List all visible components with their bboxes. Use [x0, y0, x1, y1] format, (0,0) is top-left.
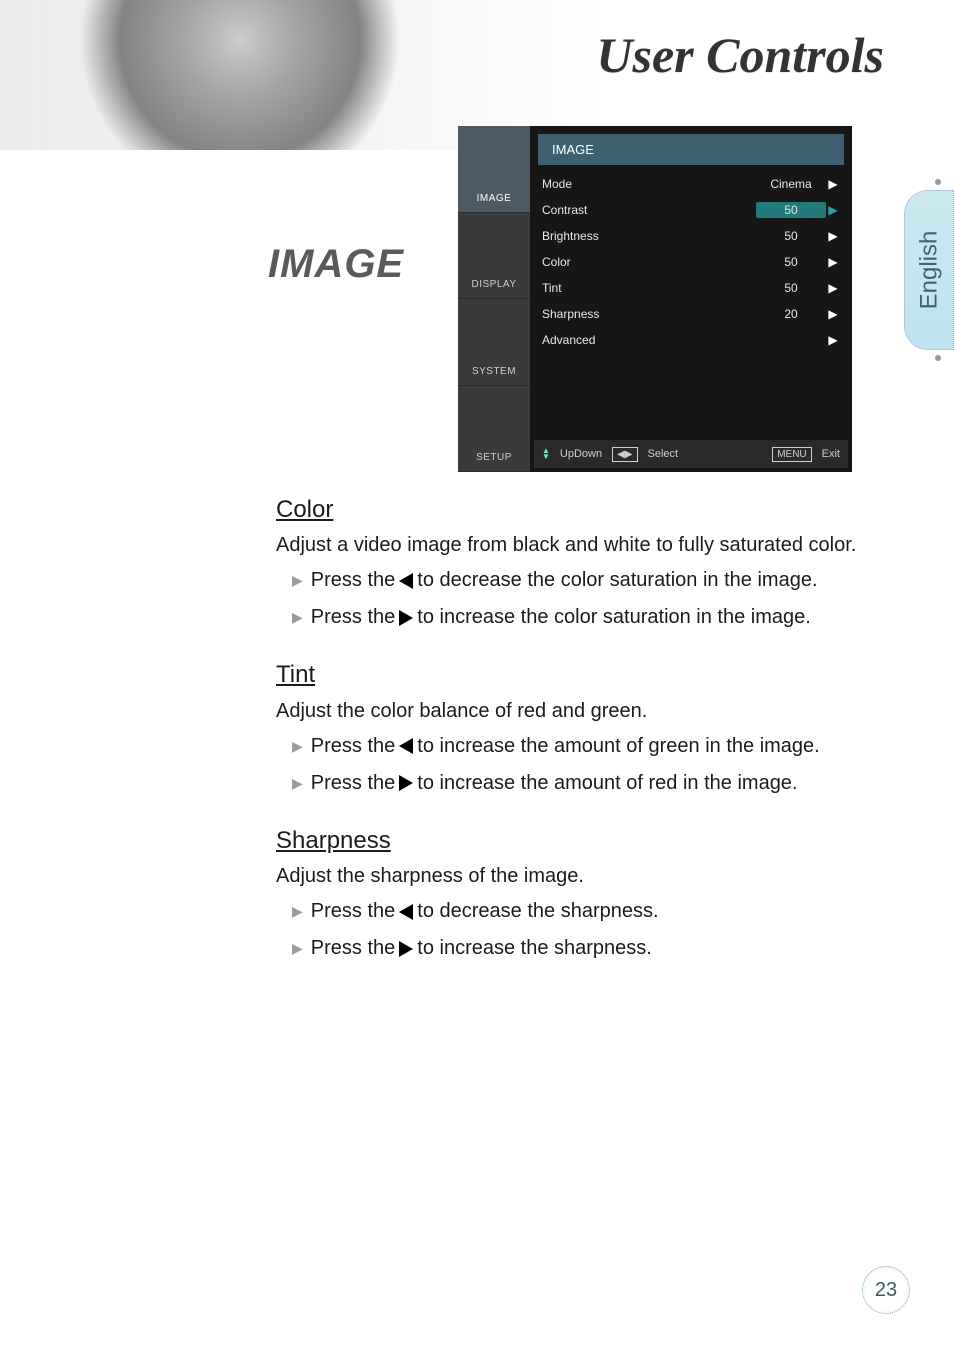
section-title: Sharpness [276, 825, 896, 857]
osd-row-label: Mode [542, 177, 756, 191]
osd-row: Color50▶ [542, 249, 840, 275]
bullet-text-pre: Press the [311, 567, 395, 594]
osd-menu-screenshot: IMAGE DISPLAY SYSTEM SETUP IMAGE ModeCin… [458, 126, 852, 472]
bullet-marker-icon: ▶ [292, 939, 303, 958]
page-number-badge: 23 [862, 1266, 910, 1314]
leftright-keys-icon: ◀▶ [612, 447, 637, 462]
section-description: Adjust a video image from black and whit… [276, 532, 896, 559]
osd-footer: ▲▼ UpDown ◀▶ Select MENU Exit [534, 440, 848, 468]
osd-tab-display: DISPLAY [458, 213, 530, 300]
chevron-right-icon: ▶ [826, 229, 840, 243]
language-label: English [915, 231, 943, 310]
osd-tab-system: SYSTEM [458, 299, 530, 386]
bullet-marker-icon: ▶ [292, 608, 303, 627]
osd-side-tabs: IMAGE DISPLAY SYSTEM SETUP [458, 126, 530, 472]
section-description: Adjust the sharpness of the image. [276, 863, 896, 890]
osd-row-label: Brightness [542, 229, 756, 243]
bullet-text-post: to increase the amount of red in the ima… [417, 770, 797, 797]
osd-row-label: Advanced [542, 333, 756, 347]
bullet-text-pre: Press the [311, 935, 395, 962]
osd-footer-exit: Exit [822, 448, 840, 460]
bullet-text-post: to increase the amount of green in the i… [417, 733, 819, 760]
bullet-line: ▶ Press the to increase the amount of red… [292, 770, 896, 797]
section-heading: IMAGE [268, 242, 404, 287]
decorative-dot [935, 355, 941, 361]
bullet-marker-icon: ▶ [292, 571, 303, 590]
menu-key-icon: MENU [772, 447, 811, 462]
osd-row: Tint50▶ [542, 275, 840, 301]
osd-tab-image: IMAGE [458, 126, 530, 213]
instruction-content: Color Adjust a video image from black and… [256, 494, 896, 990]
bullet-text-pre: Press the [311, 604, 395, 631]
osd-row-value: 50 [756, 255, 826, 269]
bullet-text-pre: Press the [311, 733, 395, 760]
osd-row: Contrast50▶ [542, 197, 840, 223]
osd-tab-setup: SETUP [458, 386, 530, 473]
osd-row: Advanced ▶ [542, 327, 840, 353]
osd-row-label: Sharpness [542, 307, 756, 321]
triangle-left-icon [399, 904, 413, 920]
chevron-right-icon: ▶ [826, 281, 840, 295]
bullet-text-post: to increase the sharpness. [417, 935, 652, 962]
section-title: Tint [276, 659, 896, 691]
osd-rows-container: ModeCinema▶Contrast50▶Brightness50▶Color… [530, 171, 852, 440]
osd-row: ModeCinema▶ [542, 171, 840, 197]
bullet-marker-icon: ▶ [292, 902, 303, 921]
triangle-right-icon [399, 775, 413, 791]
osd-row-value: 50 [756, 202, 826, 218]
chevron-right-icon: ▶ [826, 307, 840, 321]
osd-row-label: Color [542, 255, 756, 269]
osd-row-value: 50 [756, 281, 826, 295]
bullet-text-post: to decrease the color saturation in the … [417, 567, 817, 594]
instruction-section: Color Adjust a video image from black and… [256, 494, 896, 631]
osd-row-label: Contrast [542, 203, 756, 217]
bullet-line: ▶ Press the to decrease the sharpness. [292, 898, 896, 925]
osd-main-panel: IMAGE ModeCinema▶Contrast50▶Brightness50… [530, 126, 852, 472]
decorative-dot [935, 179, 941, 185]
osd-row-value: 50 [756, 229, 826, 243]
triangle-left-icon [399, 573, 413, 589]
osd-row: Brightness50▶ [542, 223, 840, 249]
bullet-text-pre: Press the [311, 770, 395, 797]
osd-footer-select: Select [648, 448, 679, 460]
page-title: User Controls [596, 26, 884, 84]
bullet-marker-icon: ▶ [292, 774, 303, 793]
updown-arrows-icon: ▲▼ [542, 448, 550, 460]
bullet-marker-icon: ▶ [292, 737, 303, 756]
bullet-text-post: to decrease the sharpness. [417, 898, 658, 925]
osd-panel-title: IMAGE [538, 134, 844, 165]
osd-row-value: 20 [756, 307, 826, 321]
instruction-section: Tint Adjust the color balance of red and … [256, 659, 896, 796]
bullet-text-post: to increase the color saturation in the … [417, 604, 811, 631]
bullet-line: ▶ Press the to increase the color saturat… [292, 604, 896, 631]
bullet-line: ▶ Press the to increase the sharpness. [292, 935, 896, 962]
section-description: Adjust the color balance of red and gree… [276, 698, 896, 725]
section-title: Color [276, 494, 896, 526]
osd-footer-updown: UpDown [560, 448, 602, 460]
osd-row: Sharpness20▶ [542, 301, 840, 327]
chevron-right-icon: ▶ [826, 333, 840, 347]
osd-row-label: Tint [542, 281, 756, 295]
instruction-section: Sharpness Adjust the sharpness of the ima… [256, 825, 896, 962]
triangle-right-icon [399, 941, 413, 957]
chevron-right-icon: ▶ [826, 255, 840, 269]
chevron-right-icon: ▶ [826, 177, 840, 191]
bullet-line: ▶ Press the to increase the amount of gre… [292, 733, 896, 760]
bullet-line: ▶ Press the to decrease the color saturat… [292, 567, 896, 594]
bullet-text-pre: Press the [311, 898, 395, 925]
language-tab: English [904, 190, 954, 350]
chevron-right-icon: ▶ [826, 203, 840, 217]
triangle-left-icon [399, 738, 413, 754]
osd-row-value: Cinema [756, 177, 826, 191]
triangle-right-icon [399, 610, 413, 626]
